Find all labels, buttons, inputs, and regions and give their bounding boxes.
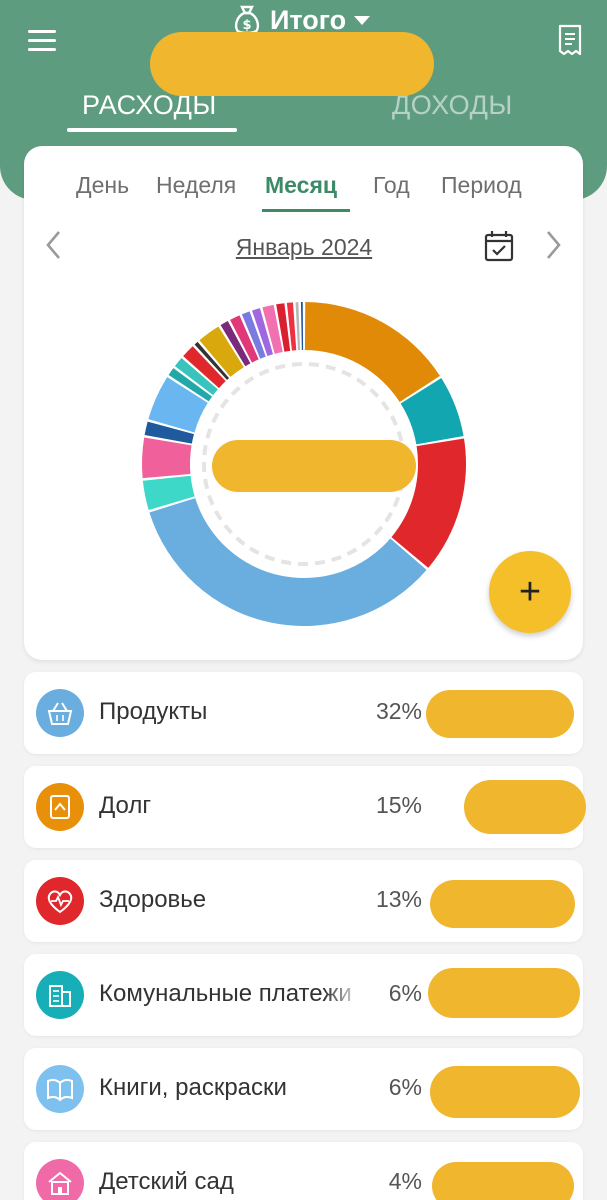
- chevron-left-icon[interactable]: [40, 228, 68, 262]
- redacted-amount: [428, 968, 580, 1018]
- open-book-icon: [36, 1065, 84, 1113]
- category-percent: 15%: [375, 792, 422, 818]
- chevron-right-icon[interactable]: [539, 228, 567, 262]
- category-name: Комунальные платежи: [99, 980, 352, 1007]
- add-expense-button[interactable]: +: [489, 551, 571, 633]
- month-label[interactable]: Январь 2024: [194, 234, 414, 261]
- calendar-check-icon[interactable]: [484, 230, 514, 262]
- plus-icon: +: [518, 571, 542, 613]
- redacted-amount: [432, 1162, 574, 1200]
- kindergarten-icon: [36, 1159, 84, 1200]
- redacted-amount: [464, 780, 586, 834]
- category-row-books[interactable]: Книги, раскраски 6%: [24, 1048, 583, 1130]
- donut-slice-0[interactable]: [304, 302, 440, 403]
- heart-pulse-icon: [36, 877, 84, 925]
- category-name: Продукты: [99, 698, 208, 725]
- category-row-kindergarten[interactable]: Детский сад 4%: [24, 1142, 583, 1200]
- category-name: Детский сад: [99, 1168, 234, 1195]
- page-title: Итого: [270, 4, 347, 35]
- building-icon: [36, 971, 84, 1019]
- redacted-donut-total: [212, 440, 416, 492]
- svg-text:$: $: [242, 18, 251, 33]
- category-percent: 13%: [375, 886, 422, 912]
- chart-card: День Неделя Месяц Год Период Январь 2024…: [24, 146, 583, 660]
- period-tabs: День Неделя Месяц Год Период: [24, 172, 583, 208]
- category-percent: 4%: [388, 1168, 422, 1194]
- category-name: Долг: [99, 792, 152, 819]
- menu-icon[interactable]: [28, 30, 56, 52]
- period-active-indicator: [262, 209, 350, 212]
- donut-slice-7[interactable]: [148, 377, 208, 433]
- redacted-amount: [430, 880, 575, 928]
- redacted-total: [150, 32, 434, 96]
- category-row-groceries[interactable]: Продукты 32%: [24, 672, 583, 754]
- category-percent: 32%: [375, 698, 422, 724]
- text-fade: [324, 974, 364, 1014]
- category-percent: 6%: [388, 1074, 422, 1100]
- category-row-health[interactable]: Здоровье 13%: [24, 860, 583, 942]
- donut-slice-21[interactable]: [300, 302, 304, 351]
- category-name: Здоровье: [99, 886, 207, 913]
- chevron-down-icon: [354, 15, 371, 25]
- period-year[interactable]: Год: [373, 172, 410, 199]
- donut-slice-20[interactable]: [295, 302, 301, 351]
- category-name: Книги, раскраски: [99, 1074, 287, 1101]
- redacted-amount: [426, 690, 574, 738]
- donut-slice-5[interactable]: [142, 437, 192, 479]
- category-row-debt[interactable]: Долг 15%: [24, 766, 586, 848]
- handshake-icon: [36, 783, 84, 831]
- shopping-basket-icon: [36, 689, 84, 737]
- category-percent: 6%: [388, 980, 422, 1006]
- period-day[interactable]: День: [76, 172, 129, 199]
- category-row-utilities[interactable]: Комунальные платежи 6%: [24, 954, 583, 1036]
- period-week[interactable]: Неделя: [156, 172, 236, 199]
- redacted-amount: [430, 1066, 580, 1118]
- period-custom[interactable]: Период: [441, 172, 522, 199]
- tab-active-indicator: [67, 128, 237, 132]
- receipt-icon[interactable]: [557, 24, 583, 56]
- period-month[interactable]: Месяц: [265, 172, 337, 199]
